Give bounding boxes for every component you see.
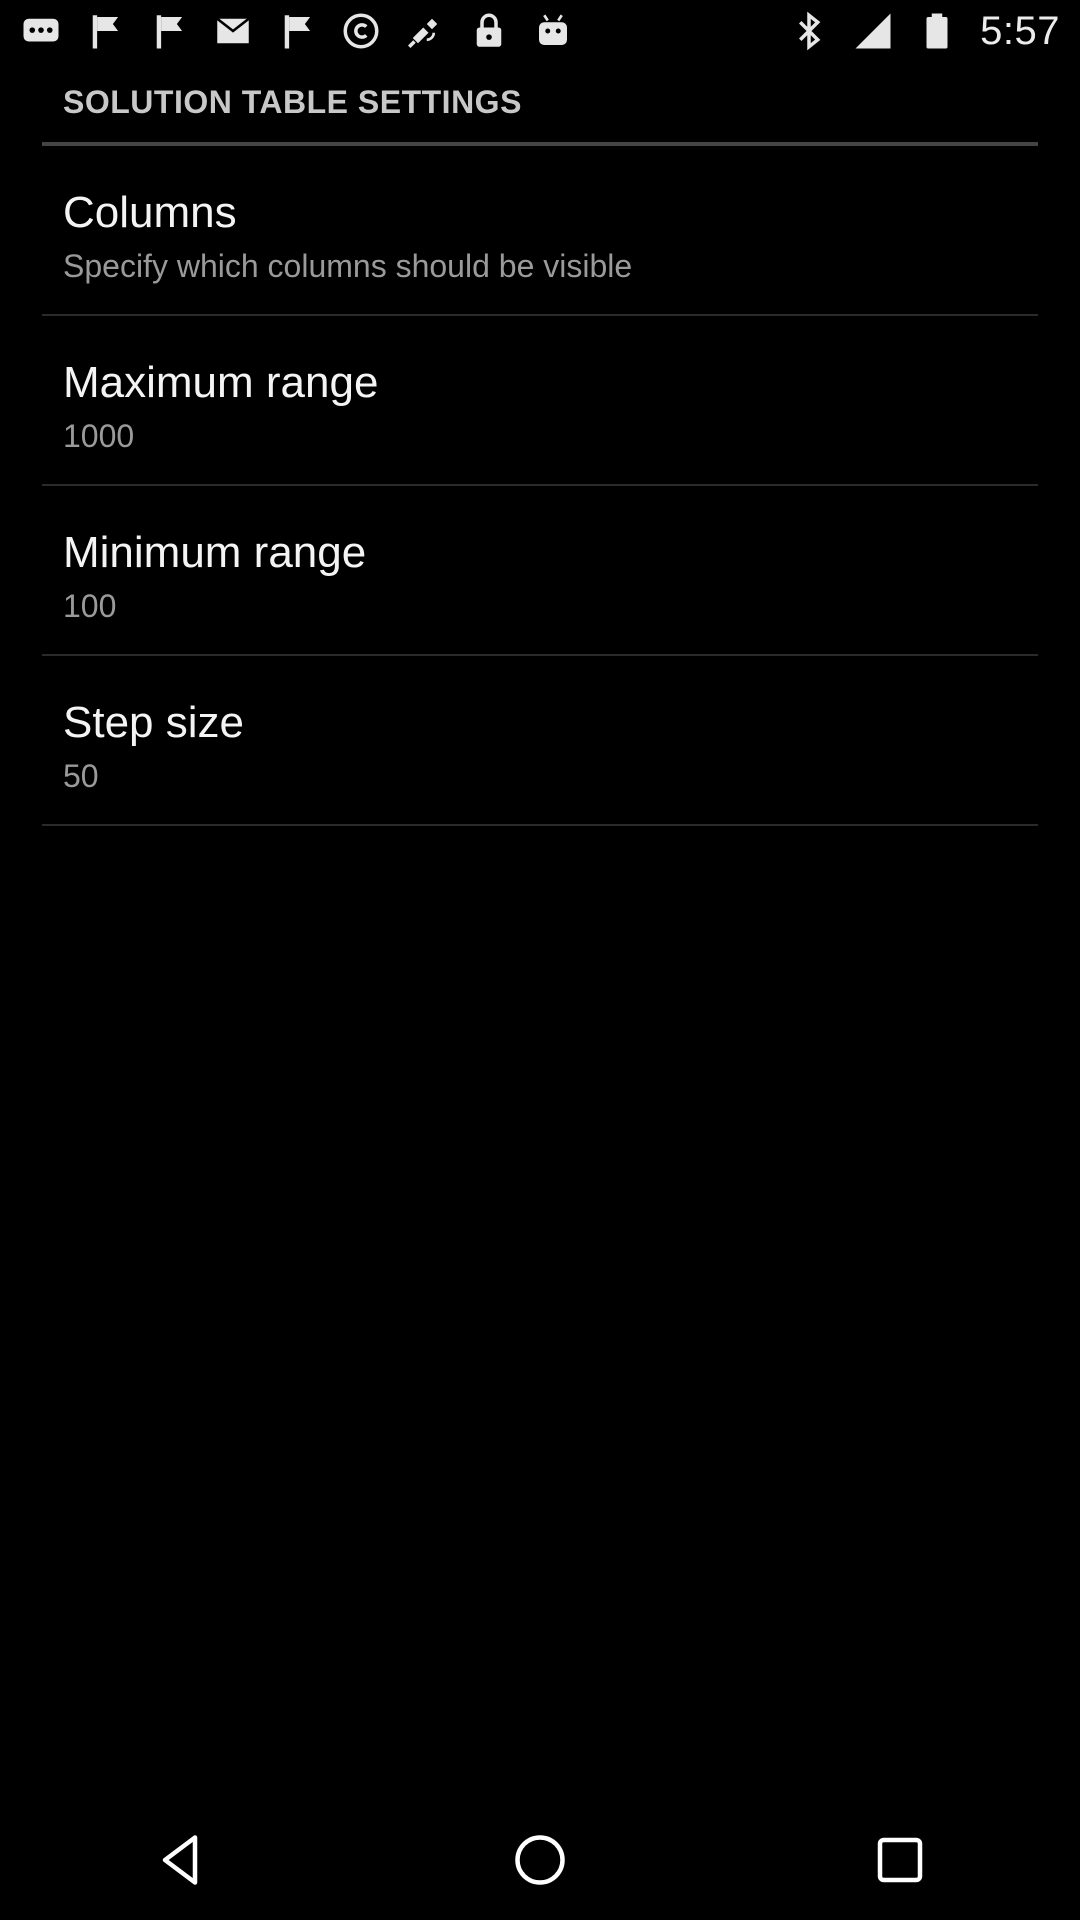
lock-icon bbox=[468, 10, 510, 52]
setting-title: Minimum range bbox=[63, 528, 367, 577]
signal-icon bbox=[852, 10, 894, 52]
setting-title: Step size bbox=[63, 698, 244, 747]
settings-section-header: SOLUTION TABLE SETTINGS bbox=[63, 84, 522, 120]
android-icon bbox=[532, 10, 574, 52]
notification-icons bbox=[20, 10, 574, 52]
back-icon bbox=[162, 1835, 198, 1885]
setting-minimum-range[interactable]: Minimum range 100 bbox=[42, 488, 1038, 656]
messages-icon bbox=[20, 10, 62, 52]
section-divider bbox=[42, 142, 1038, 146]
setting-value: 1000 bbox=[63, 418, 135, 454]
setting-maximum-range[interactable]: Maximum range 1000 bbox=[42, 318, 1038, 486]
system-icons: 5:57 bbox=[788, 9, 1060, 54]
back-button[interactable] bbox=[120, 1800, 240, 1920]
flag-icon bbox=[84, 10, 126, 52]
flag-icon bbox=[276, 10, 318, 52]
setting-columns[interactable]: Columns Specify which columns should be … bbox=[42, 148, 1038, 316]
mail-icon bbox=[212, 10, 254, 52]
setting-step-size[interactable]: Step size 50 bbox=[42, 658, 1038, 826]
home-icon bbox=[515, 1835, 565, 1885]
navigation-bar bbox=[0, 1800, 1080, 1920]
battery-icon bbox=[916, 10, 958, 52]
recents-icon bbox=[877, 1837, 923, 1883]
copyright-icon bbox=[340, 10, 382, 52]
setting-summary: Specify which columns should be visible bbox=[63, 248, 633, 284]
setting-title: Maximum range bbox=[63, 358, 379, 407]
home-button[interactable] bbox=[480, 1800, 600, 1920]
status-bar: 5:57 bbox=[0, 0, 1080, 62]
flag-icon bbox=[148, 10, 190, 52]
recents-button[interactable] bbox=[840, 1800, 960, 1920]
setting-value: 100 bbox=[63, 588, 117, 624]
setting-value: 50 bbox=[63, 758, 99, 794]
status-clock: 5:57 bbox=[980, 8, 1060, 53]
fake-gps-satellite-icon bbox=[404, 10, 446, 52]
setting-title: Columns bbox=[63, 188, 237, 237]
bluetooth-icon bbox=[788, 10, 830, 52]
